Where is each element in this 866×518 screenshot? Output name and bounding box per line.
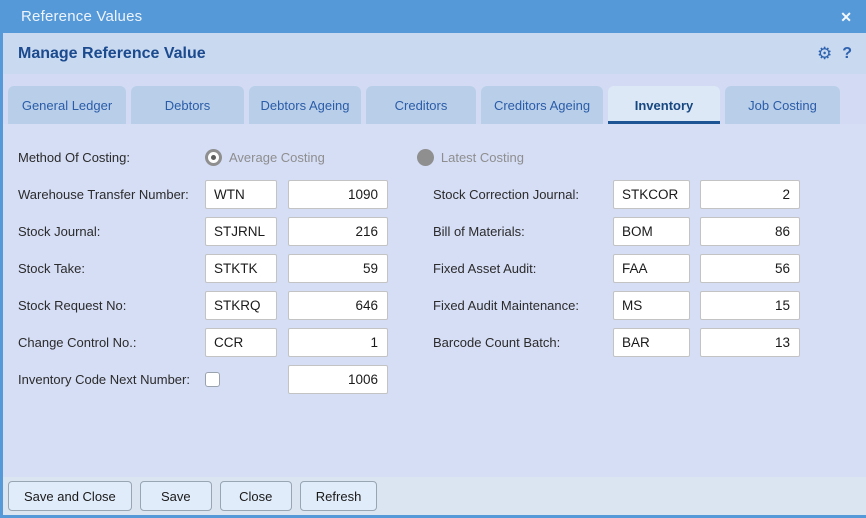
field-label: Fixed Audit Maintenance: bbox=[433, 298, 613, 313]
change-control-code-input[interactable] bbox=[205, 328, 277, 357]
tab-general-ledger[interactable]: General Ledger bbox=[8, 86, 126, 124]
field-row-fixed-asset-audit: Fixed Asset Audit: bbox=[433, 253, 800, 283]
tab-bar: General Ledger Debtors Debtors Ageing Cr… bbox=[3, 74, 866, 124]
warehouse-transfer-number-input[interactable] bbox=[288, 180, 388, 209]
field-row-stock-take: Stock Take: bbox=[18, 253, 388, 283]
method-of-costing-row: Method Of Costing: Average Costing Lates… bbox=[18, 142, 524, 172]
radio-average-costing[interactable]: Average Costing bbox=[205, 149, 325, 166]
field-row-fixed-audit-maintenance: Fixed Audit Maintenance: bbox=[433, 290, 800, 320]
field-label: Barcode Count Batch: bbox=[433, 335, 613, 350]
left-field-column: Warehouse Transfer Number: Stock Journal… bbox=[18, 179, 388, 401]
fixed-asset-audit-code-input[interactable] bbox=[613, 254, 690, 283]
stock-correction-number-input[interactable] bbox=[700, 180, 800, 209]
inventory-code-next-number-input[interactable] bbox=[288, 365, 388, 394]
tab-debtors[interactable]: Debtors bbox=[131, 86, 244, 124]
barcode-count-batch-number-input[interactable] bbox=[700, 328, 800, 357]
change-control-number-input[interactable] bbox=[288, 328, 388, 357]
help-icon[interactable]: ? bbox=[842, 46, 852, 62]
close-button[interactable]: Close bbox=[220, 481, 292, 511]
title-bar: Reference Values ✕ bbox=[0, 0, 866, 33]
field-label: Warehouse Transfer Number: bbox=[18, 187, 205, 202]
tab-creditors[interactable]: Creditors bbox=[366, 86, 476, 124]
reference-values-dialog: Reference Values ✕ Manage Reference Valu… bbox=[0, 0, 866, 518]
method-of-costing-label: Method Of Costing: bbox=[18, 150, 205, 165]
radio-latest-costing-label: Latest Costing bbox=[441, 150, 524, 165]
tab-inventory[interactable]: Inventory bbox=[608, 86, 720, 124]
tab-job-costing[interactable]: Job Costing bbox=[725, 86, 840, 124]
tab-creditors-ageing[interactable]: Creditors Ageing bbox=[481, 86, 603, 124]
field-label: Stock Correction Journal: bbox=[433, 187, 613, 202]
page-title: Manage Reference Value bbox=[18, 45, 206, 63]
field-label: Stock Take: bbox=[18, 261, 205, 276]
field-label: Change Control No.: bbox=[18, 335, 205, 350]
right-field-column: Stock Correction Journal: Bill of Materi… bbox=[433, 179, 800, 364]
stock-request-code-input[interactable] bbox=[205, 291, 277, 320]
field-label: Bill of Materials: bbox=[433, 224, 613, 239]
stock-take-code-input[interactable] bbox=[205, 254, 277, 283]
field-row-barcode-count-batch: Barcode Count Batch: bbox=[433, 327, 800, 357]
save-button[interactable]: Save bbox=[140, 481, 212, 511]
radio-average-costing-label: Average Costing bbox=[229, 150, 325, 165]
bill-of-materials-code-input[interactable] bbox=[613, 217, 690, 246]
page-header: Manage Reference Value ⚙ ? bbox=[3, 33, 866, 74]
stock-journal-code-input[interactable] bbox=[205, 217, 277, 246]
gear-icon[interactable]: ⚙ bbox=[817, 45, 832, 62]
window-title: Reference Values bbox=[21, 8, 142, 25]
field-row-stock-request: Stock Request No: bbox=[18, 290, 388, 320]
fixed-audit-maintenance-number-input[interactable] bbox=[700, 291, 800, 320]
field-row-stock-correction-journal: Stock Correction Journal: bbox=[433, 179, 800, 209]
field-row-inventory-code-next-number: Inventory Code Next Number: bbox=[18, 364, 388, 394]
stock-correction-code-input[interactable] bbox=[613, 180, 690, 209]
tab-debtors-ageing[interactable]: Debtors Ageing bbox=[249, 86, 361, 124]
close-icon[interactable]: ✕ bbox=[840, 10, 852, 24]
warehouse-transfer-code-input[interactable] bbox=[205, 180, 277, 209]
header-icons: ⚙ ? bbox=[817, 45, 852, 62]
field-row-change-control: Change Control No.: bbox=[18, 327, 388, 357]
fixed-audit-maintenance-code-input[interactable] bbox=[613, 291, 690, 320]
field-label: Fixed Asset Audit: bbox=[433, 261, 613, 276]
stock-request-number-input[interactable] bbox=[288, 291, 388, 320]
barcode-count-batch-code-input[interactable] bbox=[613, 328, 690, 357]
field-row-warehouse-transfer-number: Warehouse Transfer Number: bbox=[18, 179, 388, 209]
refresh-button[interactable]: Refresh bbox=[300, 481, 378, 511]
field-label: Stock Request No: bbox=[18, 298, 205, 313]
radio-unselected-icon[interactable] bbox=[417, 149, 434, 166]
field-label: Inventory Code Next Number: bbox=[18, 372, 205, 387]
bill-of-materials-number-input[interactable] bbox=[700, 217, 800, 246]
field-label: Stock Journal: bbox=[18, 224, 205, 239]
button-bar: Save and Close Save Close Refresh bbox=[3, 477, 866, 515]
fixed-asset-audit-number-input[interactable] bbox=[700, 254, 800, 283]
radio-latest-costing[interactable]: Latest Costing bbox=[417, 149, 524, 166]
stock-take-number-input[interactable] bbox=[288, 254, 388, 283]
field-row-stock-journal: Stock Journal: bbox=[18, 216, 388, 246]
save-and-close-button[interactable]: Save and Close bbox=[8, 481, 132, 511]
inventory-tab-panel: Method Of Costing: Average Costing Lates… bbox=[3, 124, 866, 474]
inventory-code-checkbox[interactable] bbox=[205, 372, 220, 387]
radio-selected-icon[interactable] bbox=[205, 149, 222, 166]
stock-journal-number-input[interactable] bbox=[288, 217, 388, 246]
field-row-bill-of-materials: Bill of Materials: bbox=[433, 216, 800, 246]
